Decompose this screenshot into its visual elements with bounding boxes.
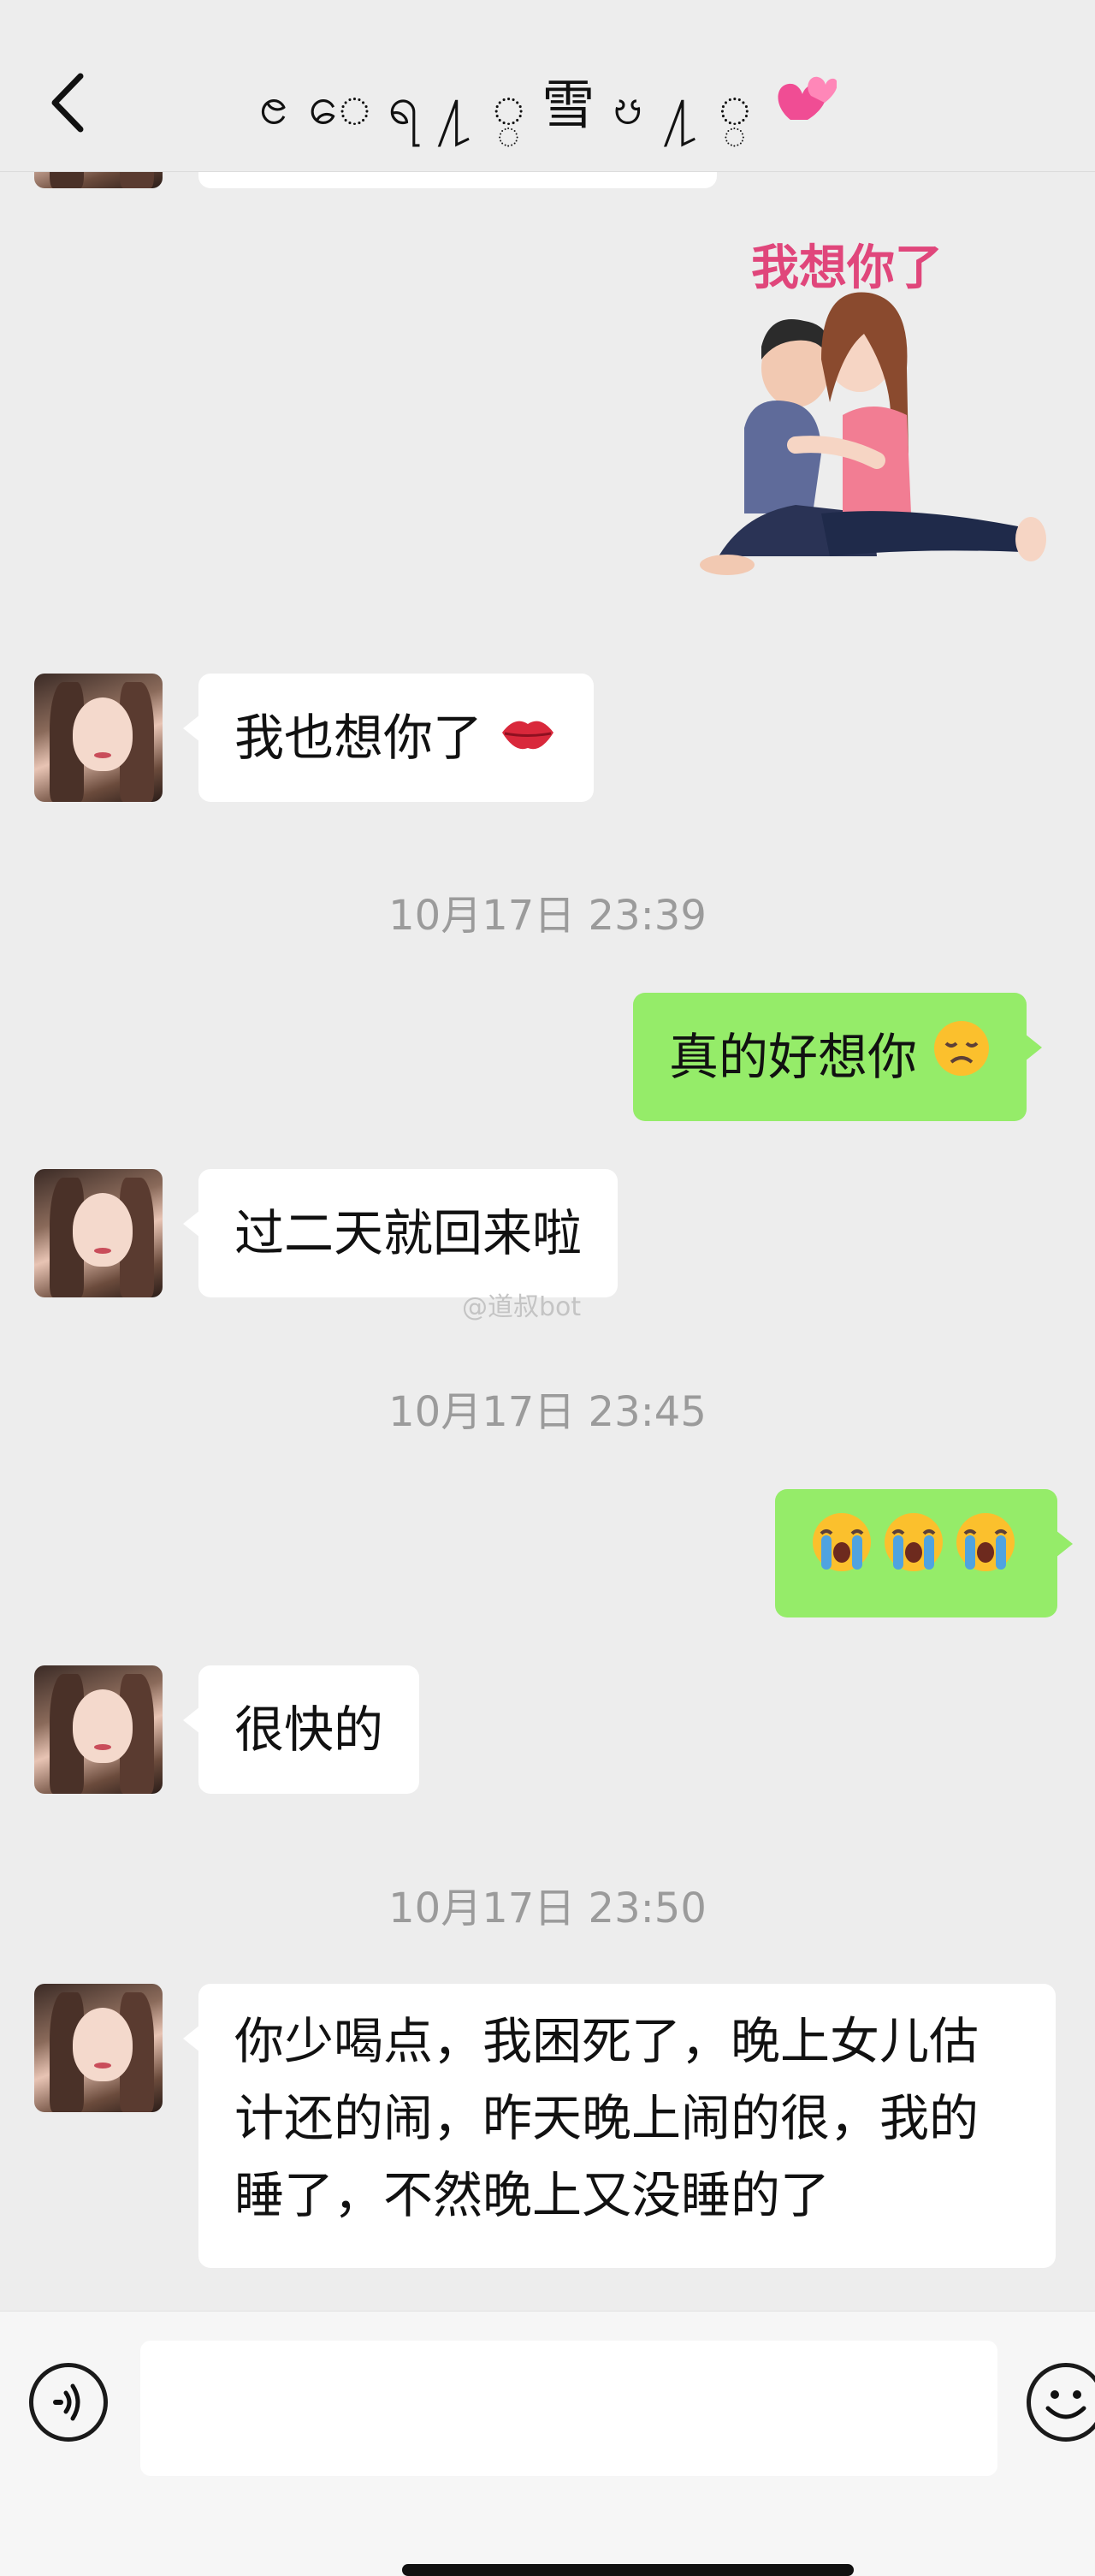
chat-header: ၔ ေ ရ ႔ ္ 雪 ၓ ႔ ္: [0, 0, 1095, 172]
contact-avatar[interactable]: [34, 1169, 163, 1297]
voice-icon: [53, 2383, 80, 2421]
message-text: 我也想你了: [234, 709, 483, 767]
two-hearts-icon: [773, 70, 838, 147]
message-timestamp: 10月17日 23:39: [388, 892, 707, 940]
message-bubble-outgoing[interactable]: 真的好想你: [633, 993, 1043, 1121]
emoji-button[interactable]: [1027, 2363, 1095, 2442]
message-bubble[interactable]: 过二天就回来啦: [182, 1169, 619, 1297]
message-input[interactable]: [140, 2341, 997, 2476]
kiss-mark-icon: [498, 677, 558, 805]
contact-avatar[interactable]: [34, 1665, 163, 1794]
sticker-caption: 我想你了: [751, 240, 943, 296]
watermark: @道叔bot: [462, 1292, 582, 1322]
loudly-crying-face-icon: [809, 1510, 874, 1597]
chat-title[interactable]: ၔ ေ ရ ႔ ္ 雪 ၓ ႔ ္: [0, 67, 1095, 147]
message-timestamp: 10月17日 23:45: [388, 1388, 707, 1436]
contact-avatar[interactable]: [34, 1984, 163, 2112]
message-bubble[interactable]: 你少喝点，我困死了，晚上女儿估计还的闹，昨天晚上闹的很，我的睡了，不然晚上又没睡…: [183, 1984, 1056, 2268]
message-bubble[interactable]: 我也想你了: [182, 674, 595, 805]
message-timestamp: 10月17日 23:50: [388, 1885, 707, 1932]
chat-screen: 我想你了 我也想你了 10月17日 23:39 真的好想你 过二天就回来啦 @道…: [0, 0, 1095, 2576]
loudly-crying-face-icon: [881, 1510, 946, 1597]
contact-avatar[interactable]: [34, 674, 163, 802]
voice-input-button[interactable]: [29, 2363, 108, 2442]
message-bubble[interactable]: 很快的: [182, 1665, 420, 1794]
disappointed-face-icon: [932, 996, 991, 1125]
kissing-couple-sticker: 我想你了: [700, 240, 1046, 575]
smiley-icon: [1045, 2390, 1086, 2419]
loudly-crying-face-icon: [953, 1510, 1018, 1597]
message-list[interactable]: 我想你了 我也想你了 10月17日 23:39 真的好想你 过二天就回来啦 @道…: [0, 0, 1095, 2311]
contact-name: ၔ ေ ရ ႔ ္ 雪 ၓ ႔ ္: [258, 74, 751, 136]
sticker-message[interactable]: 我想你了: [693, 231, 1052, 616]
home-indicator[interactable]: [402, 2564, 854, 2576]
message-bubble-outgoing[interactable]: [775, 1489, 1073, 1617]
input-bar: [0, 2311, 1095, 2576]
message-text: 真的好想你: [669, 1028, 918, 1086]
